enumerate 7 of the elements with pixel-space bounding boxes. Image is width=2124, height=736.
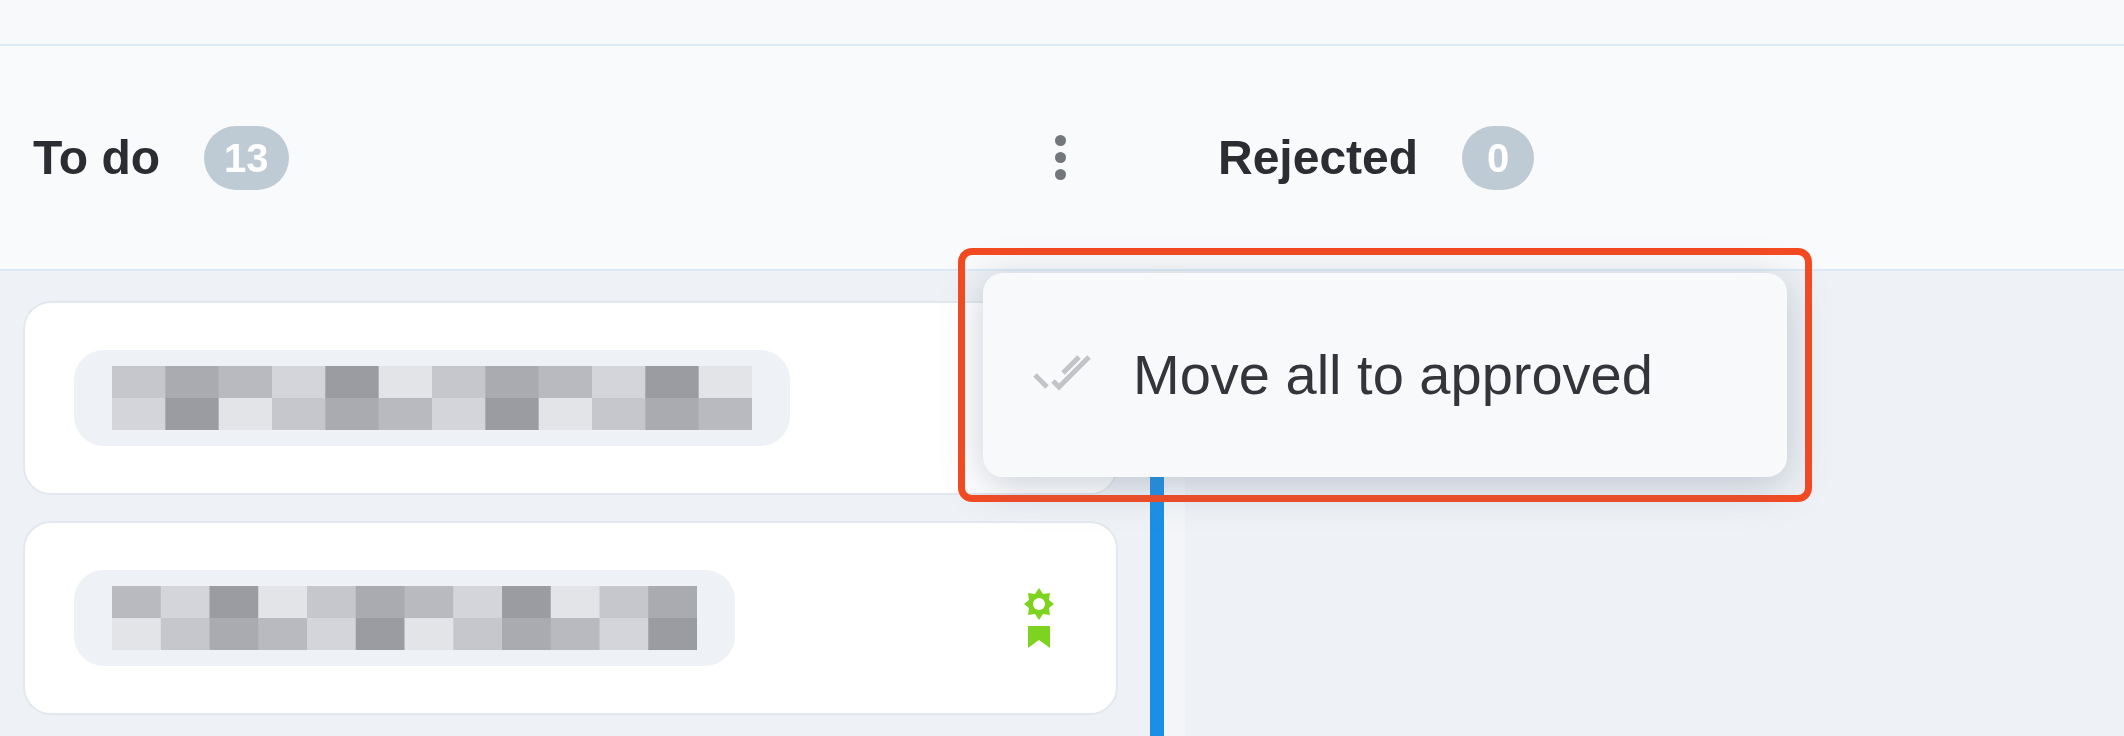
column-title: Rejected: [1218, 129, 1419, 186]
menu-item[interactable]: Move all to approved: [1033, 325, 1737, 425]
count-badge: 13: [204, 125, 289, 190]
count-badge: 0: [1462, 125, 1535, 190]
task-card[interactable]: [23, 521, 1118, 715]
column-title: To do: [33, 129, 161, 186]
award-icon: [1022, 586, 1056, 650]
